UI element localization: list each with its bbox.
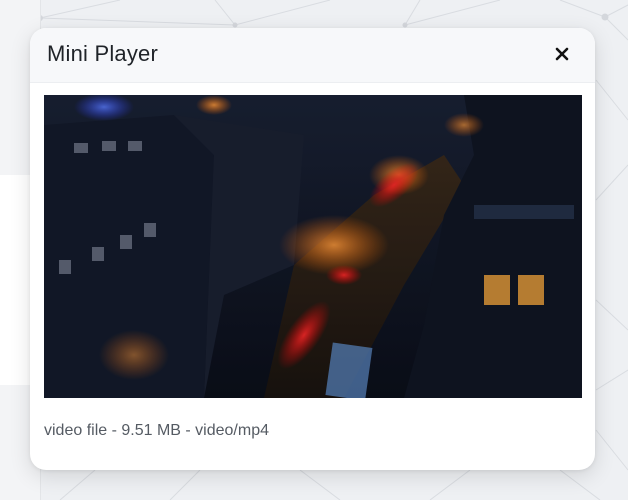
mini-player-modal: Mini Player video file - 9.51 MB - video… — [30, 28, 595, 470]
video-player[interactable] — [44, 95, 582, 398]
modal-header: Mini Player — [30, 28, 595, 83]
close-icon — [555, 47, 569, 61]
video-thumbnail — [44, 95, 582, 398]
modal-title: Mini Player — [47, 41, 159, 66]
close-button[interactable] — [551, 43, 573, 65]
file-info-text: video file - 9.51 MB - video/mp4 — [44, 422, 269, 439]
